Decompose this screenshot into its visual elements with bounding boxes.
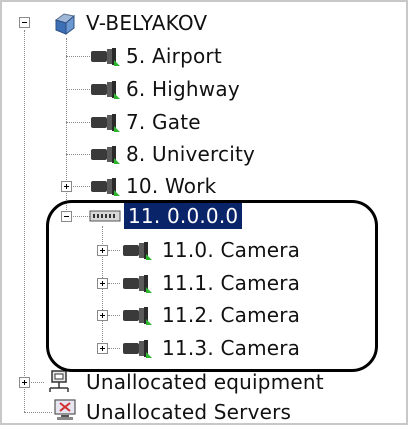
tree-line (66, 89, 90, 90)
tree-item-label: Unallocated Servers (86, 400, 292, 424)
camera-icon (91, 178, 120, 196)
camera-icon (123, 307, 152, 325)
expand-toggle[interactable] (19, 377, 30, 388)
tree-item-label: V-BELYAKOV (86, 11, 208, 35)
camera-icon (123, 242, 152, 260)
tree-item-camera[interactable]: 11.0. Camera (162, 235, 300, 265)
tree-item-label: 11.2. Camera (162, 303, 301, 327)
tree-line (24, 412, 52, 413)
tree-item-camera[interactable]: 11.1. Camera (162, 268, 300, 298)
camera-icon (91, 114, 120, 132)
server-cube-icon (54, 13, 76, 35)
video-encoder-icon (89, 210, 121, 222)
collapse-toggle[interactable] (19, 17, 30, 28)
tree-line (108, 348, 120, 349)
camera-icon (123, 275, 152, 293)
tree-item-label: 8. Univercity (126, 142, 256, 166)
camera-icon (123, 340, 152, 358)
tree-line (66, 38, 67, 222)
expand-toggle[interactable] (97, 343, 108, 354)
tree-item-label: 11.3. Camera (162, 336, 301, 360)
tree-item-label: 7. Gate (126, 110, 201, 134)
tree-item-camera[interactable]: 11.2. Camera (162, 300, 300, 330)
expand-toggle[interactable] (97, 310, 108, 321)
tree-item-camera[interactable]: 8. Univercity (126, 139, 255, 169)
tree-line (66, 154, 90, 155)
server-monitor-icon (54, 399, 76, 420)
tree-item-camera[interactable]: 10. Work (126, 171, 216, 201)
tree-item-unallocated-servers[interactable]: Unallocated Servers (86, 397, 291, 427)
camera-icon (91, 146, 120, 164)
tree-item-label: 5. Airport (126, 44, 222, 68)
tree-item-label: 11.1. Camera (162, 271, 301, 295)
tree-item-device[interactable]: 11. 0.0.0.0 (124, 201, 243, 231)
network-equipment-icon (49, 370, 69, 392)
tree-line (66, 56, 90, 57)
tree-item-label: Unallocated equipment (86, 370, 324, 394)
camera-icon (91, 48, 120, 66)
tree-item-unallocated-equipment[interactable]: Unallocated equipment (86, 367, 324, 397)
expand-toggle[interactable] (61, 181, 72, 192)
tree-item-camera[interactable]: 5. Airport (126, 41, 222, 71)
tree-item-label: 11.0. Camera (162, 238, 301, 262)
tree-line (108, 315, 120, 316)
tree-line (24, 30, 25, 412)
tree-line (108, 250, 120, 251)
tree-item-label: 11. 0.0.0.0 (124, 203, 243, 229)
tree-item-camera[interactable]: 7. Gate (126, 107, 201, 137)
tree-line (108, 283, 120, 284)
tree-line (66, 122, 90, 123)
expand-toggle[interactable] (97, 278, 108, 289)
tree-item-root[interactable]: V-BELYAKOV (86, 8, 207, 38)
device-tree-panel: V-BELYAKOV 5. Airport 6. Highway 7. Gate… (0, 0, 408, 425)
tree-item-camera[interactable]: 11.3. Camera (162, 333, 300, 363)
tree-item-label: 6. Highway (126, 77, 240, 101)
camera-icon (91, 81, 120, 99)
expand-toggle[interactable] (97, 245, 108, 256)
tree-item-label: 10. Work (126, 174, 217, 198)
collapse-toggle[interactable] (61, 211, 72, 222)
tree-item-camera[interactable]: 6. Highway (126, 74, 240, 104)
